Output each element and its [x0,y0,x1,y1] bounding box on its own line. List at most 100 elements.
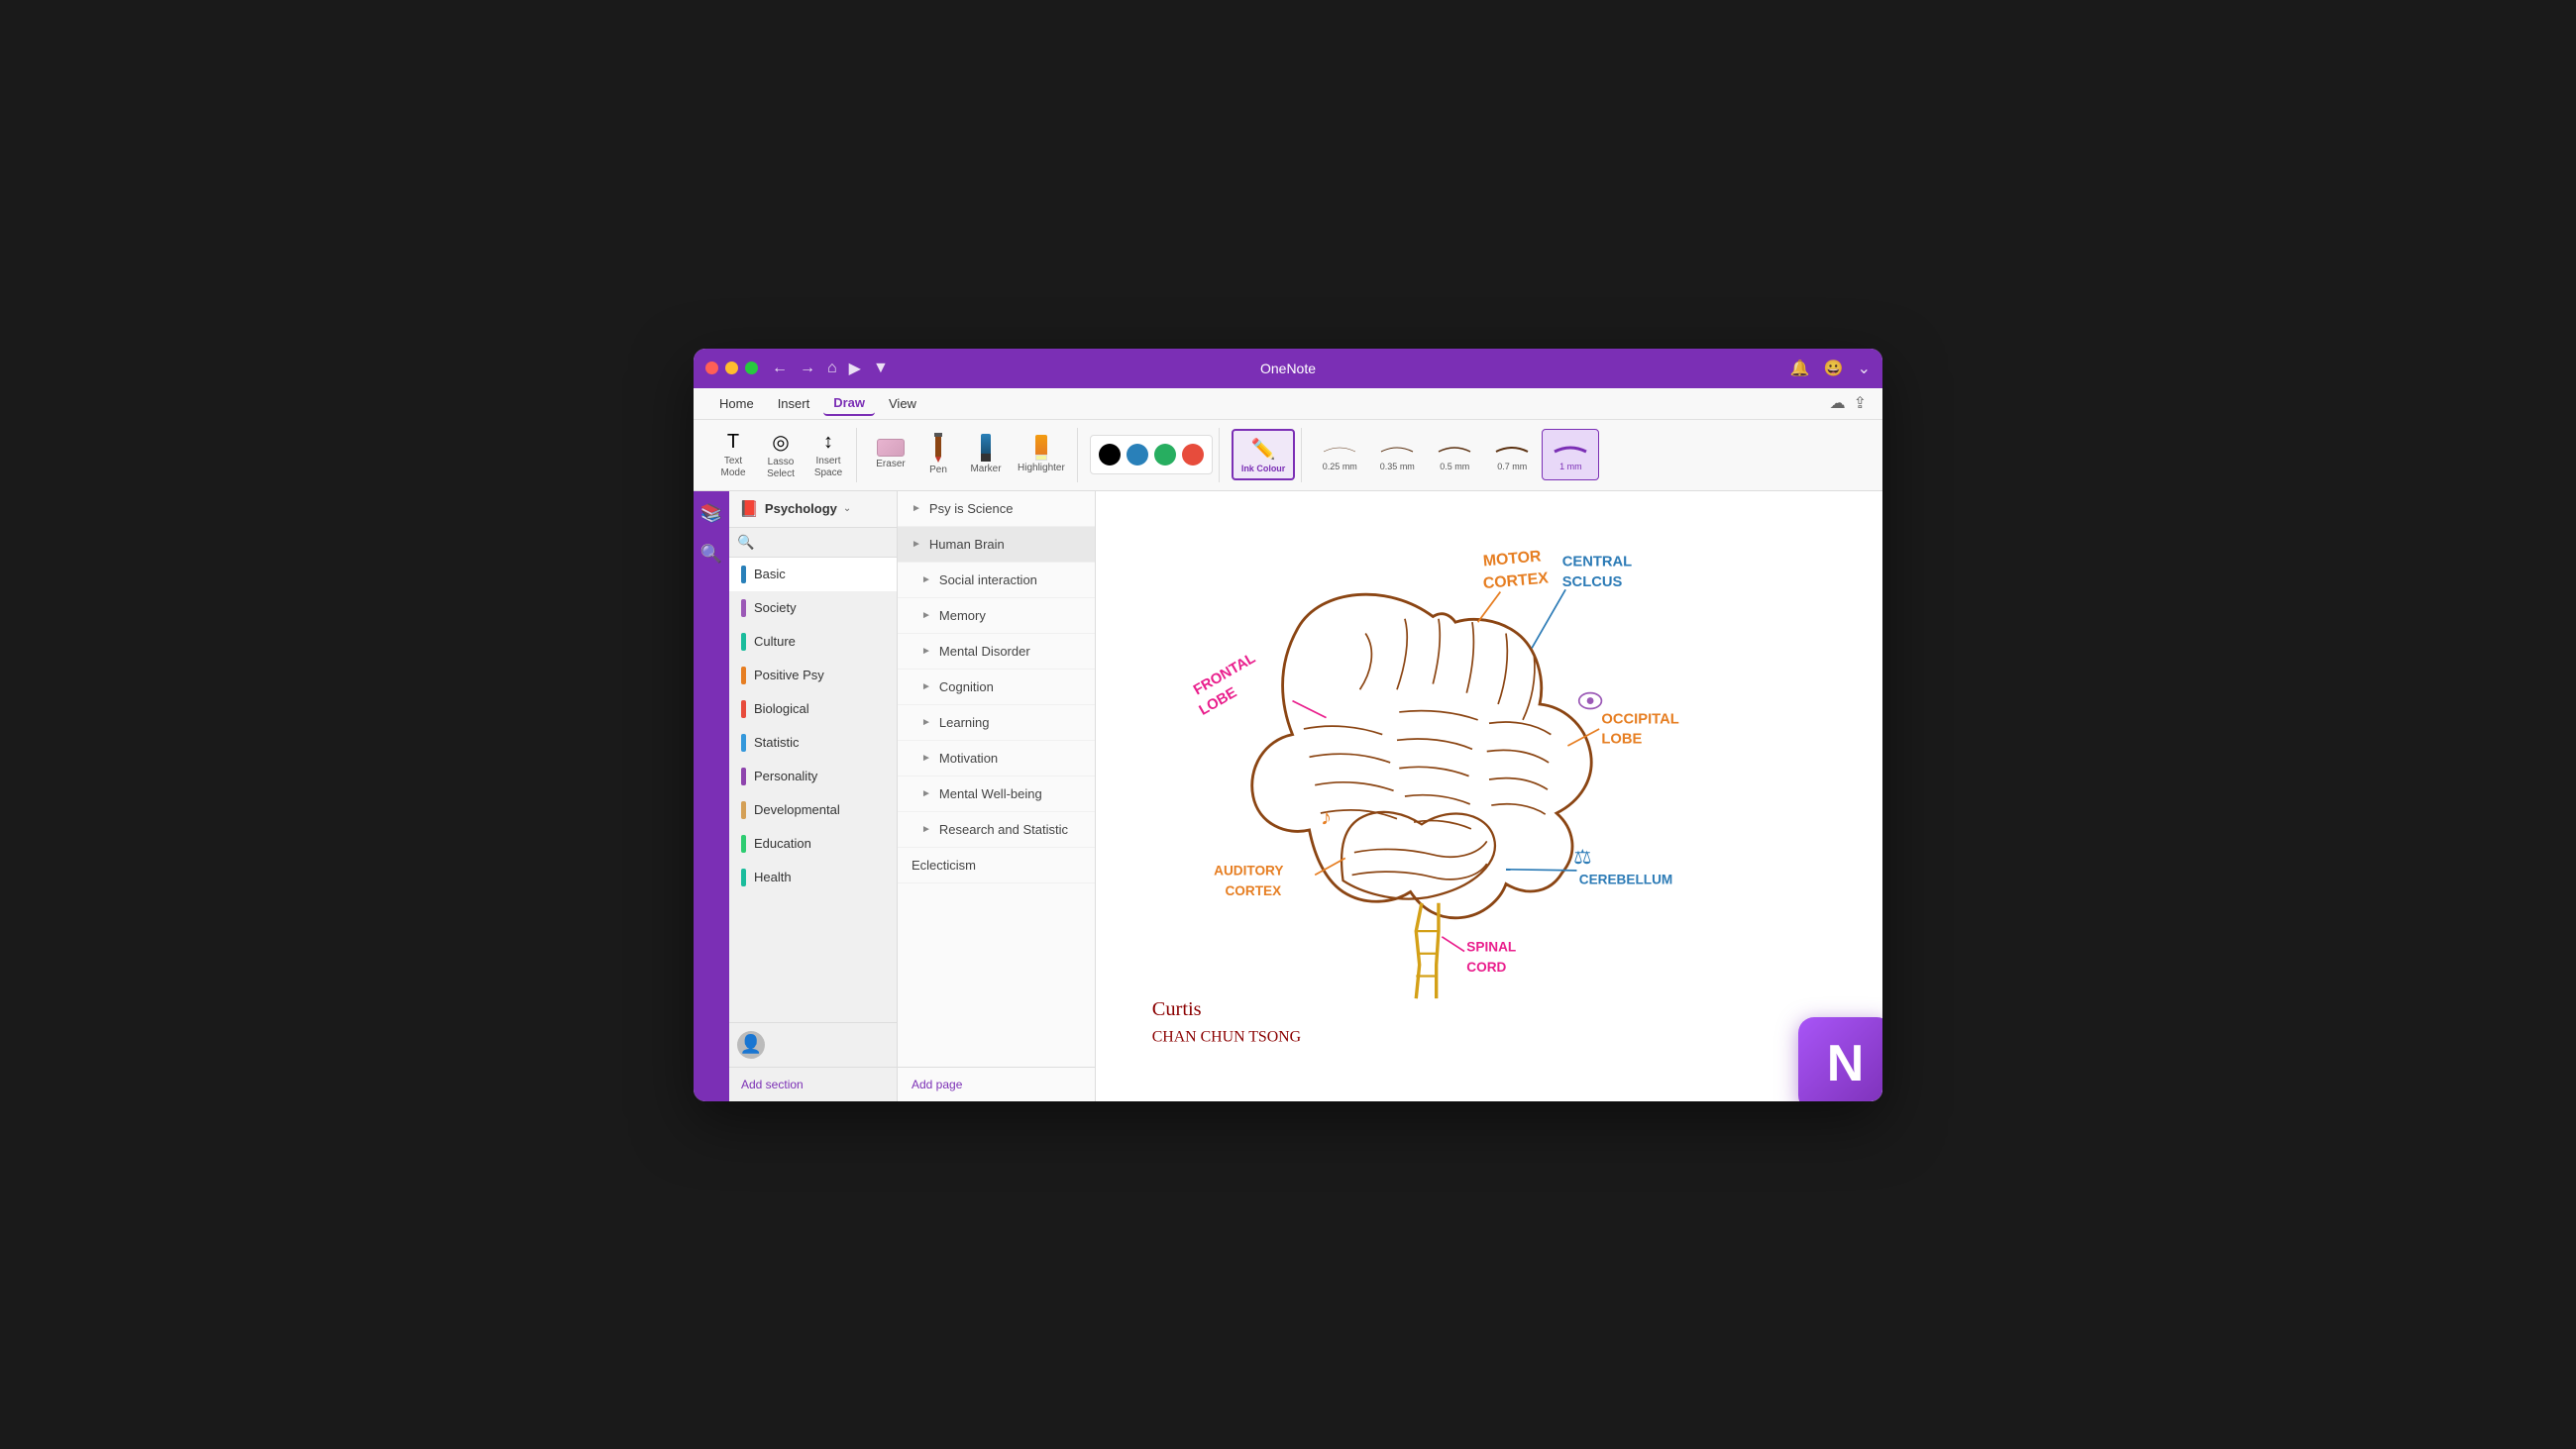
close-button[interactable] [705,362,718,374]
thickness-label-0.35: 0.35 mm [1380,462,1415,471]
lasso-select-button[interactable]: ◎ LassoSelect [759,429,803,480]
bottom-bar: 👤 [729,1022,897,1067]
next-button[interactable]: ▶ [849,359,861,378]
page-learning[interactable]: ► Learning [898,705,1095,741]
user-avatar[interactable]: 👤 [737,1031,765,1059]
section-education[interactable]: Education [729,827,897,861]
eraser-label: Eraser [876,459,905,470]
insert-space-icon: ↕ [823,431,833,454]
share-icon[interactable]: ⇪ [1854,393,1867,413]
page-chevron-memory: ► [921,610,931,621]
svg-text:MOTOR: MOTOR [1482,548,1543,569]
highlighter-button[interactable]: Highlighter [1012,429,1071,480]
back-button[interactable]: ← [772,360,788,377]
eraser-button[interactable]: Eraser [869,429,912,480]
color-blue[interactable] [1127,444,1148,466]
page-psy-science[interactable]: ► Psy is Science [898,491,1095,527]
add-page-button[interactable]: Add page [898,1067,1095,1101]
svg-text:SCLCUS: SCLCUS [1562,573,1623,589]
page-label-eclecticism: Eclecticism [912,858,976,873]
marker-label: Marker [970,464,1001,475]
section-label-personality: Personality [754,769,817,783]
title-bar: ← → ⌂ ▶ ▼ OneNote 🔔 😀 ⌄ [694,349,1882,388]
section-personality[interactable]: Personality [729,760,897,793]
section-positive-psy[interactable]: Positive Psy [729,659,897,692]
page-cognition[interactable]: ► Cognition [898,670,1095,705]
thickness-0.35mm[interactable]: 0.35 mm [1369,429,1425,480]
onenote-logo-container: N [1798,1017,1882,1101]
page-motivation[interactable]: ► Motivation [898,741,1095,776]
menu-home[interactable]: Home [709,392,764,415]
section-color-basic [741,566,746,583]
page-label-social: Social interaction [939,572,1037,587]
menu-insert[interactable]: Insert [768,392,820,415]
text-mode-button[interactable]: T TextMode [711,429,755,480]
pen-icon [934,433,942,463]
page-chevron-motiv: ► [921,753,931,764]
thickness-0.7mm[interactable]: 0.7 mm [1484,429,1540,480]
insert-space-button[interactable]: ↕ InsertSpace [806,429,850,480]
section-health[interactable]: Health [729,861,897,894]
page-research[interactable]: ► Research and Statistic [898,812,1095,848]
thickness-label-0.25: 0.25 mm [1323,462,1357,471]
forward-button[interactable]: → [800,360,815,377]
pen-button[interactable]: Pen [916,429,960,480]
notebook-chevron-icon: ⌄ [843,503,851,514]
page-mental-disorder[interactable]: ► Mental Disorder [898,634,1095,670]
minimize-button[interactable] [725,362,738,374]
thickness-0.25mm[interactable]: 0.25 mm [1312,429,1367,480]
section-developmental[interactable]: Developmental [729,793,897,827]
home-button[interactable]: ⌂ [827,360,837,377]
menu-view[interactable]: View [879,392,926,415]
pen-label: Pen [929,465,947,476]
highlighter-label: Highlighter [1018,463,1065,474]
ink-colour-button[interactable]: ✏️ Ink Colour [1232,429,1296,480]
page-label-memory: Memory [939,608,986,623]
brain-diagram: MOTOR CORTEX CENTRAL SCLCUS FRONTAL LOBE… [1096,491,1882,1101]
insert-space-label: InsertSpace [814,456,842,479]
search-sidebar-icon[interactable]: 🔍 [697,540,726,569]
menu-button[interactable]: ▼ [873,360,889,377]
thickness-1mm[interactable]: 1 mm [1542,429,1599,480]
section-basic[interactable]: Basic [729,558,897,591]
color-black[interactable] [1099,444,1121,466]
section-culture[interactable]: Culture [729,625,897,659]
page-social[interactable]: ► Social interaction [898,563,1095,598]
cloud-icon[interactable]: ☁ [1830,393,1846,413]
color-green[interactable] [1154,444,1176,466]
menu-draw[interactable]: Draw [823,391,875,416]
section-society[interactable]: Society [729,591,897,625]
section-color-statistic [741,734,746,752]
page-human-brain[interactable]: ► Human Brain [898,527,1095,563]
maximize-button[interactable] [745,362,758,374]
page-chevron-well: ► [921,788,931,799]
thickness-line-1 [1551,438,1590,458]
emoji-icon[interactable]: 😀 [1824,359,1844,378]
menu-bar: Home Insert Draw View ☁ ⇪ [694,388,1882,420]
color-red[interactable] [1182,444,1204,466]
page-label-wellbeing: Mental Well-being [939,786,1042,801]
section-statistic[interactable]: Statistic [729,726,897,760]
nav-controls: ← → ⌂ ▶ ▼ [772,359,889,378]
ink-colour-group: ✏️ Ink Colour [1226,428,1303,482]
chevron-down-icon[interactable]: ⌄ [1858,359,1871,378]
notebook-icon[interactable]: 📚 [697,499,726,528]
page-memory[interactable]: ► Memory [898,598,1095,634]
thickness-label-0.7: 0.7 mm [1497,462,1527,471]
thickness-0.5mm[interactable]: 0.5 mm [1427,429,1482,480]
section-color-developmental [741,801,746,819]
add-section-button[interactable]: Add section [729,1067,897,1101]
marker-button[interactable]: Marker [964,429,1008,480]
section-sidebar: 📕 Psychology ⌄ 🔍 Basic Society [729,491,898,1101]
thickness-line-0.35 [1377,438,1417,458]
notebook-header[interactable]: 📕 Psychology ⌄ [729,491,897,528]
svg-text:CORTEX: CORTEX [1225,882,1281,897]
section-label-biological: Biological [754,701,809,716]
canvas-area[interactable]: MOTOR CORTEX CENTRAL SCLCUS FRONTAL LOBE… [1096,491,1882,1101]
page-label-learning: Learning [939,715,990,730]
page-wellbeing[interactable]: ► Mental Well-being [898,776,1095,812]
section-biological[interactable]: Biological [729,692,897,726]
notification-icon[interactable]: 🔔 [1790,359,1810,378]
page-eclecticism[interactable]: Eclecticism [898,848,1095,883]
page-chevron-cog: ► [921,681,931,692]
